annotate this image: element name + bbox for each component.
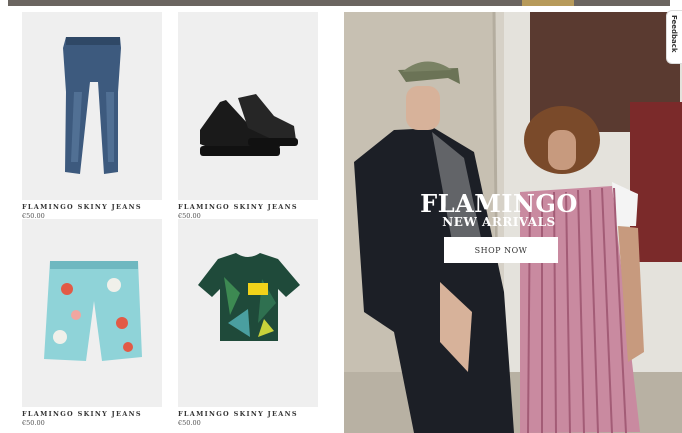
product-name[interactable]: FLAMINGO SKINY JEANS [178,203,298,211]
shop-now-button[interactable]: SHOP NOW [444,237,558,263]
product-price: €50.00 [178,419,201,427]
product-name[interactable]: FLAMINGO SKINY JEANS [22,410,142,418]
banner-accent [522,0,574,6]
product-name[interactable]: FLAMINGO SKINY JEANS [178,410,298,418]
sneakers-icon [200,94,298,156]
tropical-tshirt-icon [198,253,300,341]
product-image-tshirt[interactable] [178,219,318,407]
product-image-shorts[interactable] [22,219,162,407]
hero-title: FLAMINGO [420,189,578,218]
product-price: €50.00 [22,419,45,427]
product-image-jeans[interactable] [22,12,162,200]
hero-banner[interactable]: FLAMINGO NEW ARRIVALS SHOP NOW [344,12,682,433]
product-name[interactable]: FLAMINGO SKINY JEANS [22,203,142,211]
product-image-sneakers[interactable] [178,12,318,200]
hero-subtitle: NEW ARRIVALS [442,215,556,229]
feedback-tab[interactable]: Feedback [666,10,682,64]
floral-shorts-icon [44,261,142,361]
jeans-icon [63,37,121,174]
feedback-label: Feedback [670,15,678,53]
top-banner-strip [8,0,670,6]
